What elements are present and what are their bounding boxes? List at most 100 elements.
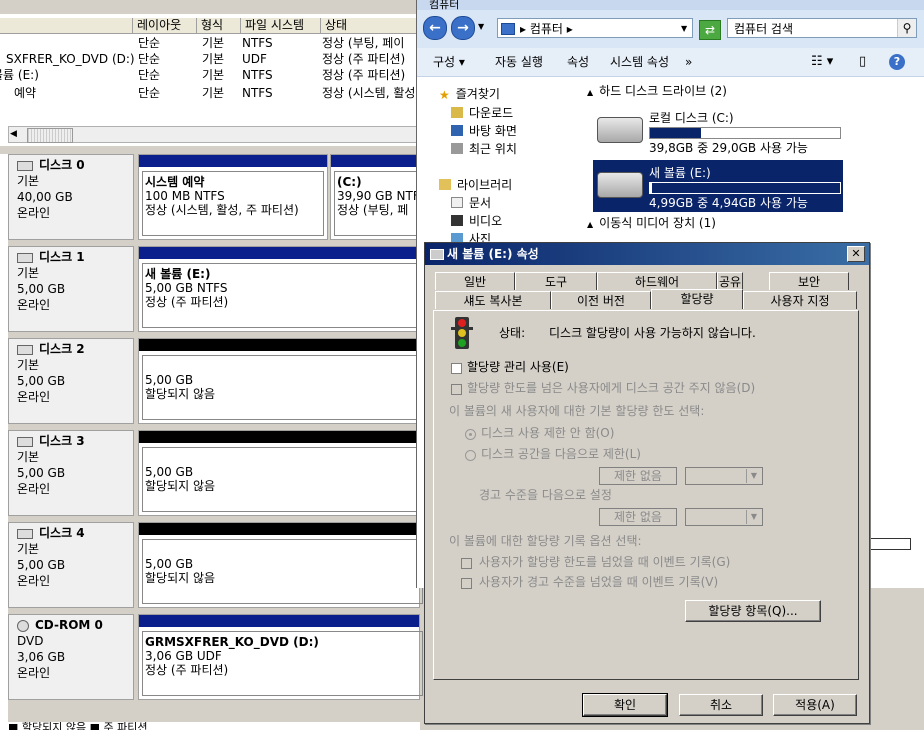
refresh-button[interactable]: ⇄ bbox=[699, 20, 721, 40]
properties-button[interactable]: 속성 bbox=[567, 52, 589, 72]
limit-unit-select[interactable]: ▼ bbox=[685, 467, 763, 485]
disk-row-0: 디스크 0 기본 40,00 GB 온라인 시스템 예약 100 MB NTFS… bbox=[8, 154, 420, 240]
default-limit-label: 이 볼륨의 새 사용자에 대한 기본 할당량 한도 선택: bbox=[449, 404, 705, 418]
disk-label[interactable]: 디스크 2 기본 5,00 GB 온라인 bbox=[8, 338, 134, 424]
more-commands-button[interactable]: » bbox=[685, 52, 692, 72]
nav-pictures[interactable]: 사진 bbox=[451, 230, 491, 242]
volume-row[interactable]: SXFRER_KO_DVD (D:) 단순 기본 UDF 정상 (주 파티션) bbox=[0, 51, 420, 68]
nav-libraries[interactable]: 라이브러리 bbox=[439, 176, 512, 194]
volume-row[interactable]: 예약 단순 기본 NTFS 정상 (시스템, 활성 bbox=[0, 85, 420, 102]
close-button[interactable]: ✕ bbox=[847, 246, 865, 262]
volume-properties-dialog: 새 볼륨 (E:) 속성 ✕ 일반 도구 하드웨어 공유 보안 섀도 복사본 이… bbox=[424, 242, 870, 724]
volume-row[interactable]: 볼륨 (E:) 단순 기본 NTFS 정상 (주 파티션) bbox=[0, 67, 420, 84]
tab-quota[interactable]: 할당량 bbox=[651, 289, 743, 309]
drive-e[interactable]: 새 볼륨 (E:) 4,99GB 중 4,94GB 사용 가능 bbox=[593, 160, 843, 212]
unallocated-space[interactable]: 5,00 GB 할당되지 않음 bbox=[138, 430, 423, 516]
organize-menu[interactable]: 구성 ▾ bbox=[433, 52, 465, 72]
unallocated-space[interactable]: 5,00 GB 할당되지 않음 bbox=[138, 522, 423, 608]
cancel-button[interactable]: 취소 bbox=[679, 694, 763, 716]
nav-documents[interactable]: 문서 bbox=[451, 194, 491, 212]
group-hard-disks[interactable]: ▲ 하드 디스크 드라이브 (2) bbox=[587, 81, 727, 101]
log-exceed-checkbox[interactable] bbox=[461, 558, 472, 569]
nav-desktop[interactable]: 바탕 화면 bbox=[451, 122, 517, 140]
warning-unit-select[interactable]: ▼ bbox=[685, 508, 763, 526]
disk-label[interactable]: CD-ROM 0 DVD 3,06 GB 온라인 bbox=[8, 614, 134, 700]
disk-management-window: 레이아웃 형식 파일 시스템 상태 단순 기본 NTFS 정상 (부팅, 페이 … bbox=[0, 0, 423, 730]
disk-icon bbox=[17, 160, 33, 171]
search-icon[interactable]: ⚲ bbox=[897, 19, 916, 37]
warning-value-field[interactable]: 제한 없음 bbox=[599, 508, 677, 526]
tab-previous-versions[interactable]: 이전 버전 bbox=[551, 291, 651, 309]
disk-row-cdrom: CD-ROM 0 DVD 3,06 GB 온라인 GRMSXFRER_KO_DV… bbox=[8, 614, 423, 700]
nav-favorites[interactable]: ★ 즐겨찾기 bbox=[439, 85, 500, 103]
no-limit-radio[interactable] bbox=[465, 429, 476, 440]
horizontal-scrollbar[interactable]: ◀ bbox=[8, 126, 422, 143]
tab-tools[interactable]: 도구 bbox=[515, 272, 597, 290]
view-options-icon[interactable]: ☷ ▾ bbox=[811, 52, 833, 72]
apply-button[interactable]: 적용(A) bbox=[773, 694, 857, 716]
back-button[interactable]: ← bbox=[423, 16, 447, 40]
quota-entries-button[interactable]: 할당량 항목(Q)... bbox=[685, 600, 821, 622]
system-properties-button[interactable]: 시스템 속성 bbox=[610, 52, 669, 72]
partition-system-reserved[interactable]: 시스템 예약 100 MB NTFS 정상 (시스템, 활성, 주 파티션) bbox=[138, 154, 328, 240]
preview-pane-icon[interactable]: ▯ bbox=[859, 52, 866, 72]
tab-general[interactable]: 일반 bbox=[435, 272, 515, 290]
chevron-down-icon[interactable]: ▼ bbox=[478, 22, 484, 31]
group-removable[interactable]: ▲ 이동식 미디어 장치 (1) bbox=[587, 213, 716, 233]
volume-row[interactable]: 단순 기본 NTFS 정상 (부팅, 페이 bbox=[0, 35, 420, 52]
help-icon[interactable]: ? bbox=[889, 54, 905, 70]
col-type[interactable]: 형식 bbox=[196, 18, 237, 33]
log-warning-checkbox[interactable] bbox=[461, 578, 472, 589]
col-status[interactable]: 상태 bbox=[320, 18, 425, 33]
disk-row-2: 디스크 2 기본 5,00 GB 온라인 5,00 GB 할당되지 않음 bbox=[8, 338, 423, 424]
pane-splitter[interactable] bbox=[0, 146, 420, 154]
partition-e[interactable]: 새 볼륨 (E:) 5,00 GB NTFS 정상 (주 파티션) bbox=[138, 246, 423, 332]
disk-label[interactable]: 디스크 1 기본 5,00 GB 온라인 bbox=[8, 246, 134, 332]
disk-label[interactable]: 디스크 4 기본 5,00 GB 온라인 bbox=[8, 522, 134, 608]
chevron-down-icon: ▼ bbox=[746, 469, 761, 483]
col-layout[interactable]: 레이아웃 bbox=[132, 18, 195, 33]
nav-downloads[interactable]: 다운로드 bbox=[451, 104, 513, 122]
forward-button[interactable]: → bbox=[451, 16, 475, 40]
partition-c[interactable]: (C:) 39,90 GB NTF 정상 (부팅, 페 bbox=[330, 154, 420, 240]
address-dropdown-icon[interactable]: ▼ bbox=[681, 24, 687, 33]
log-warning-label[interactable]: 사용자가 경고 수준을 넘었을 때 이벤트 기록(V) bbox=[479, 574, 718, 590]
documents-icon bbox=[451, 197, 463, 208]
no-limit-label[interactable]: 디스크 사용 제한 안 함(O) bbox=[481, 425, 614, 441]
search-input[interactable]: 컴퓨터 검색 bbox=[727, 18, 917, 38]
disk-label[interactable]: 디스크 3 기본 5,00 GB 온라인 bbox=[8, 430, 134, 516]
drive-c[interactable]: 로컬 디스크 (C:) 39,8GB 중 29,0GB 사용 가능 bbox=[593, 105, 843, 157]
tab-customize[interactable]: 사용자 지정 bbox=[743, 291, 857, 309]
deny-space-checkbox[interactable] bbox=[451, 384, 462, 395]
tab-security[interactable]: 보안 bbox=[769, 272, 849, 290]
col-filesystem[interactable]: 파일 시스템 bbox=[240, 18, 319, 33]
limit-to-label[interactable]: 디스크 공간을 다음으로 제한(L) bbox=[481, 446, 641, 462]
tab-hardware[interactable]: 하드웨어 bbox=[597, 272, 717, 290]
limit-to-radio[interactable] bbox=[465, 450, 476, 461]
disk-label[interactable]: 디스크 0 기본 40,00 GB 온라인 bbox=[8, 154, 134, 240]
autoplay-button[interactable]: 자동 실행 bbox=[495, 52, 543, 72]
log-exceed-label[interactable]: 사용자가 할당량 한도를 넘었을 때 이벤트 기록(G) bbox=[479, 554, 730, 570]
disk-row-4: 디스크 4 기본 5,00 GB 온라인 5,00 GB 할당되지 않음 bbox=[8, 522, 423, 608]
tab-shadow-copies[interactable]: 섀도 복사본 bbox=[435, 291, 551, 309]
nav-videos[interactable]: 비디오 bbox=[451, 212, 502, 230]
scroll-left-icon[interactable]: ◀ bbox=[10, 129, 17, 139]
details-pane-bar bbox=[863, 538, 911, 550]
disk-icon bbox=[17, 344, 33, 355]
limit-value-field[interactable]: 제한 없음 bbox=[599, 467, 677, 485]
scroll-thumb[interactable] bbox=[27, 128, 73, 143]
deny-space-label[interactable]: 할당량 한도를 넘은 사용자에게 디스크 공간 주지 않음(D) bbox=[467, 380, 755, 396]
unallocated-space[interactable]: 5,00 GB 할당되지 않음 bbox=[138, 338, 423, 424]
hard-drive-icon bbox=[597, 172, 643, 198]
volume-list: 레이아웃 형식 파일 시스템 상태 단순 기본 NTFS 정상 (부팅, 페이 … bbox=[0, 0, 422, 146]
address-input[interactable]: ▸ 컴퓨터 ▸ bbox=[497, 18, 693, 38]
enable-quota-checkbox[interactable] bbox=[451, 363, 462, 374]
disk-row-3: 디스크 3 기본 5,00 GB 온라인 5,00 GB 할당되지 않음 bbox=[8, 430, 423, 516]
partition-d[interactable]: GRMSXFRER_KO_DVD (D:) 3,06 GB UDF 정상 (주 … bbox=[138, 614, 423, 700]
video-icon bbox=[451, 215, 463, 226]
dialog-title[interactable]: 새 볼륨 (E:) 속성 bbox=[425, 243, 869, 265]
tab-sharing[interactable]: 공유 bbox=[717, 272, 743, 290]
enable-quota-label[interactable]: 할당량 관리 사용(E) bbox=[467, 359, 569, 375]
nav-recent[interactable]: 최근 위치 bbox=[451, 140, 517, 158]
ok-button[interactable]: 확인 bbox=[582, 693, 668, 717]
